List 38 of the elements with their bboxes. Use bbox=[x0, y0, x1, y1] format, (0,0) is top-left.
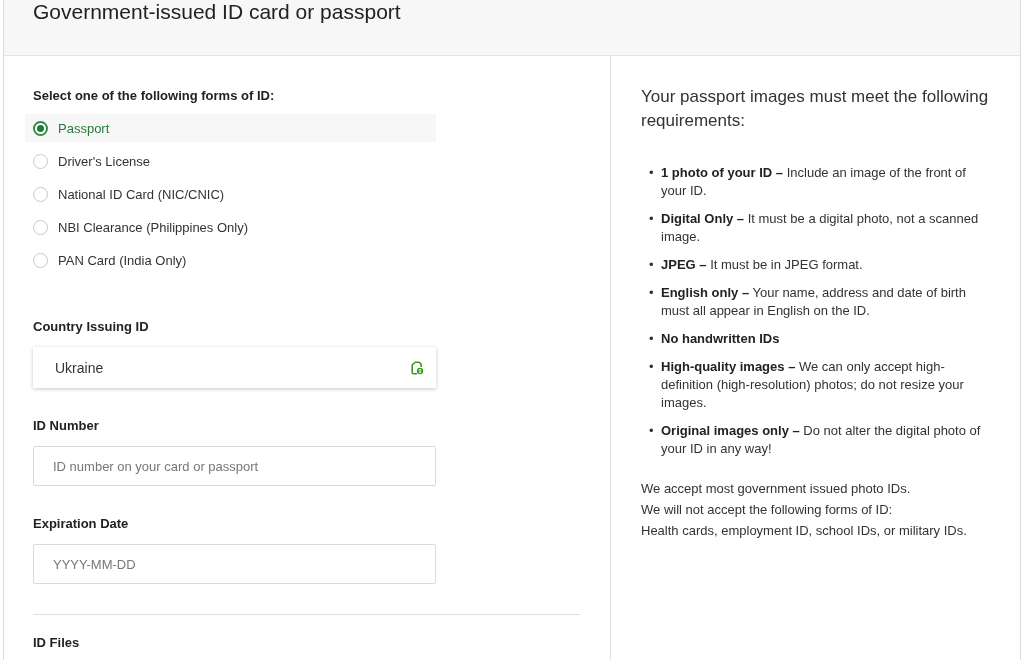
list-bullet: • bbox=[649, 210, 655, 228]
requirement-item: English only – Your name, address and date of birth must all appear in English on the ID. bbox=[661, 284, 967, 320]
radio-icon[interactable] bbox=[33, 153, 48, 169]
radio-icon[interactable] bbox=[33, 186, 48, 202]
list-bullet: • bbox=[649, 164, 655, 182]
note-text: Health cards, employment ID, school IDs, or military IDs. bbox=[641, 522, 967, 540]
list-bullet: • bbox=[649, 284, 655, 302]
radio-option[interactable]: Driver's License bbox=[25, 147, 436, 175]
document-icon bbox=[411, 360, 424, 375]
radio-icon[interactable] bbox=[33, 120, 48, 136]
list-bullet: • bbox=[649, 256, 655, 274]
note-text: We accept most government issued photo IDs. bbox=[641, 480, 911, 498]
field-label: Expiration Date bbox=[33, 516, 129, 532]
country-select[interactable]: Ukraine bbox=[33, 347, 436, 388]
radio-icon[interactable] bbox=[33, 252, 48, 268]
requirement-item: High-quality images – We can only accept high-definition (high-resolution) photos; do not resize your images. bbox=[661, 358, 965, 412]
field-label: ID Number bbox=[33, 418, 99, 434]
requirement-item: Digital Only – It must be a digital photo, not a scanned image. bbox=[661, 210, 980, 246]
list-bullet: • bbox=[649, 358, 655, 376]
id-type-prompt: Select one of the following forms of ID: bbox=[33, 88, 275, 104]
id-number-field[interactable]: ID number on your card or passport bbox=[33, 446, 436, 486]
radio-option[interactable]: Passport bbox=[25, 114, 436, 142]
radio-option[interactable]: National ID Card (NIC/CNIC) bbox=[25, 180, 436, 208]
list-bullet: • bbox=[649, 330, 655, 348]
radio-option[interactable]: PAN Card (India Only) bbox=[25, 246, 436, 274]
requirement-item: JPEG – It must be in JPEG format. bbox=[661, 256, 864, 274]
requirement-item: 1 photo of your ID – Include an image of the front of your ID. bbox=[661, 164, 967, 200]
list-bullet: • bbox=[649, 422, 655, 440]
radio-option[interactable]: NBI Clearance (Philippines Only) bbox=[25, 213, 436, 241]
expiration-date-field[interactable]: YYYY-MM-DD bbox=[33, 544, 436, 584]
requirements-heading: Your passport images must meet the following requirements: bbox=[641, 86, 990, 132]
page-title: Government-issued ID card or passport bbox=[33, 0, 401, 24]
requirement-item: Original images only – Do not alter the digital photo of your ID in any way! bbox=[661, 422, 982, 458]
requirement-item: No handwritten IDs bbox=[661, 330, 781, 348]
section-label: ID Files bbox=[33, 635, 80, 651]
radio-icon[interactable] bbox=[33, 219, 48, 235]
note-text: We will not accept the following forms of ID: bbox=[641, 501, 893, 519]
field-label: Country Issuing ID bbox=[33, 319, 149, 335]
